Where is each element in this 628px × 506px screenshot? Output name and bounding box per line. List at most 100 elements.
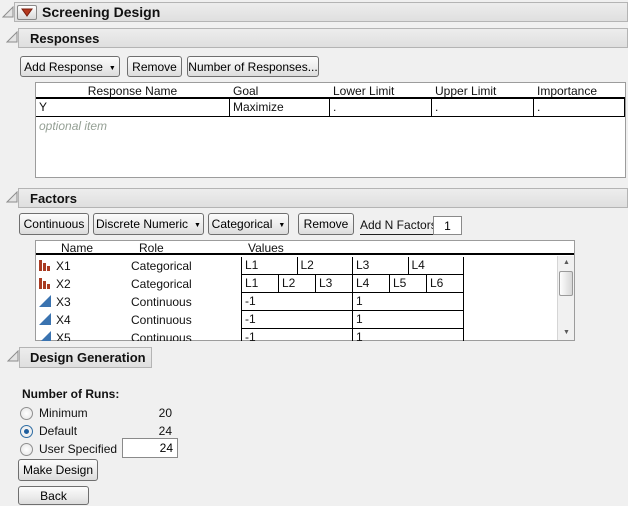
factor-row: X1 Categorical L1L2L3L4 <box>36 257 557 275</box>
screening-design-panel: Screening Design Responses Add Response▼… <box>0 0 628 506</box>
continuous-ramp-icon <box>39 331 52 341</box>
factor-value-cell[interactable]: 1 <box>352 329 464 341</box>
upper-limit-cell[interactable]: . <box>431 99 533 117</box>
dropdown-arrow-icon: ▼ <box>109 65 116 72</box>
screening-design-header-bar: Screening Design <box>14 2 628 22</box>
page-title: Screening Design <box>42 4 160 20</box>
runs-option-value: 24 <box>110 424 172 438</box>
factors-scrollbar[interactable]: ▲ ▼ <box>557 256 574 340</box>
design-generation-header-bar: Design Generation <box>19 347 152 368</box>
disclosure-triangle-icon[interactable] <box>7 350 19 362</box>
dropdown-arrow-icon: ▼ <box>194 222 201 229</box>
categorical-bars-icon <box>39 259 52 272</box>
responses-header-bar: Responses <box>18 28 628 48</box>
factors-table-header: Name Role Values <box>36 241 574 255</box>
discrete-numeric-factor-button[interactable]: Discrete Numeric▼ <box>93 213 204 235</box>
importance-cell[interactable]: . <box>533 99 625 117</box>
factor-values: L1L2L3L4L5L6 <box>241 275 464 293</box>
column-header: Goal <box>229 83 329 97</box>
continuous-factor-button[interactable]: Continuous <box>19 213 89 235</box>
factor-name-cell[interactable]: X2 <box>56 275 71 293</box>
categorical-factor-button[interactable]: Categorical▼ <box>208 213 289 235</box>
runs-option-label: Minimum <box>39 406 88 420</box>
factor-value-cell[interactable]: L6 <box>426 275 464 293</box>
factor-row: X5 Continuous -11 <box>36 329 557 341</box>
factor-name-cell[interactable]: X4 <box>56 311 71 329</box>
continuous-ramp-icon <box>39 313 52 326</box>
response-row: Y Maximize . . . <box>36 99 625 117</box>
factor-name-cell[interactable]: X5 <box>56 329 71 341</box>
factor-value-cell[interactable]: L5 <box>389 275 426 293</box>
red-triangle-icon <box>21 8 33 17</box>
column-header: Values <box>248 241 284 255</box>
number-of-runs-options: Minimum 20 Default 24 User Specified <box>20 404 190 458</box>
runs-option-row: User Specified <box>20 440 190 458</box>
responses-table-header: Response Name Goal Lower Limit Upper Lim… <box>36 83 625 99</box>
column-header: Importance <box>533 83 625 97</box>
runs-option-value: 20 <box>110 406 172 420</box>
factors-title: Factors <box>19 191 77 206</box>
factor-row: X4 Continuous -11 <box>36 311 557 329</box>
design-generation-title: Design Generation <box>20 350 146 365</box>
goal-cell[interactable]: Maximize <box>229 99 329 117</box>
factor-name-cell[interactable]: X1 <box>56 257 71 275</box>
radio-button[interactable] <box>20 407 33 420</box>
categorical-bars-icon <box>39 277 52 290</box>
factor-value-cell[interactable]: L4 <box>352 275 389 293</box>
scroll-up-icon[interactable]: ▲ <box>558 256 575 270</box>
factor-value-cell[interactable]: -1 <box>241 293 352 311</box>
factor-value-cell[interactable]: L2 <box>297 257 353 275</box>
runs-option-row: Minimum 20 <box>20 404 190 422</box>
runs-option-label: User Specified <box>39 442 117 456</box>
factor-value-cell[interactable]: L2 <box>278 275 315 293</box>
factor-row: X2 Categorical L1L2L3L4L5L6 <box>36 275 557 293</box>
disclosure-triangle-icon[interactable] <box>6 31 18 43</box>
factor-value-cell[interactable]: 1 <box>352 311 464 329</box>
radio-button[interactable] <box>20 425 33 438</box>
factor-name-cell[interactable]: X3 <box>56 293 71 311</box>
factor-values: -11 <box>241 293 464 311</box>
scroll-down-icon[interactable]: ▼ <box>558 326 575 340</box>
add-response-button[interactable]: Add Response▼ <box>20 56 120 77</box>
factor-value-cell[interactable]: -1 <box>241 329 352 341</box>
column-header: Name <box>61 241 93 255</box>
remove-response-button[interactable]: Remove <box>127 56 182 77</box>
factor-row: X3 Continuous -11 <box>36 293 557 311</box>
factor-role-cell[interactable]: Continuous <box>131 329 192 341</box>
number-of-runs-label: Number of Runs: <box>22 387 119 401</box>
disclosure-triangle-icon[interactable] <box>2 6 14 18</box>
factor-role-cell[interactable]: Continuous <box>131 293 192 311</box>
red-triangle-menu-button[interactable] <box>17 5 37 20</box>
factor-value-cell[interactable]: L3 <box>352 257 408 275</box>
lower-limit-cell[interactable]: . <box>329 99 431 117</box>
factor-role-cell[interactable]: Categorical <box>131 257 192 275</box>
back-button[interactable]: Back <box>18 486 89 505</box>
responses-table: Response Name Goal Lower Limit Upper Lim… <box>35 82 626 178</box>
factor-value-cell[interactable]: L1 <box>241 275 278 293</box>
add-n-factors-input[interactable] <box>433 216 462 235</box>
factor-values: -11 <box>241 311 464 329</box>
continuous-ramp-icon <box>39 295 52 308</box>
make-design-button[interactable]: Make Design <box>18 459 98 481</box>
factor-values: L1L2L3L4 <box>241 257 464 275</box>
runs-option-label: Default <box>39 424 77 438</box>
factor-value-cell[interactable]: L3 <box>315 275 352 293</box>
disclosure-triangle-icon[interactable] <box>6 191 18 203</box>
factor-role-cell[interactable]: Continuous <box>131 311 192 329</box>
factor-value-cell[interactable]: -1 <box>241 311 352 329</box>
remove-factor-button[interactable]: Remove <box>298 213 354 235</box>
column-header: Lower Limit <box>329 83 431 97</box>
column-header: Role <box>139 241 164 255</box>
factor-role-cell[interactable]: Categorical <box>131 275 192 293</box>
factor-value-cell[interactable]: 1 <box>352 293 464 311</box>
factor-value-cell[interactable]: L1 <box>241 257 297 275</box>
factor-value-cell[interactable]: L4 <box>408 257 465 275</box>
add-n-factors-label: Add N Factors <box>360 218 433 235</box>
radio-button[interactable] <box>20 443 33 456</box>
scrollbar-thumb[interactable] <box>559 271 573 296</box>
dropdown-arrow-icon: ▼ <box>278 222 285 229</box>
user-specified-runs-input[interactable] <box>122 438 178 458</box>
optional-item-row[interactable]: optional item <box>36 117 625 135</box>
number-of-responses-button[interactable]: Number of Responses... <box>187 56 319 77</box>
response-name-cell[interactable]: Y <box>36 99 229 117</box>
